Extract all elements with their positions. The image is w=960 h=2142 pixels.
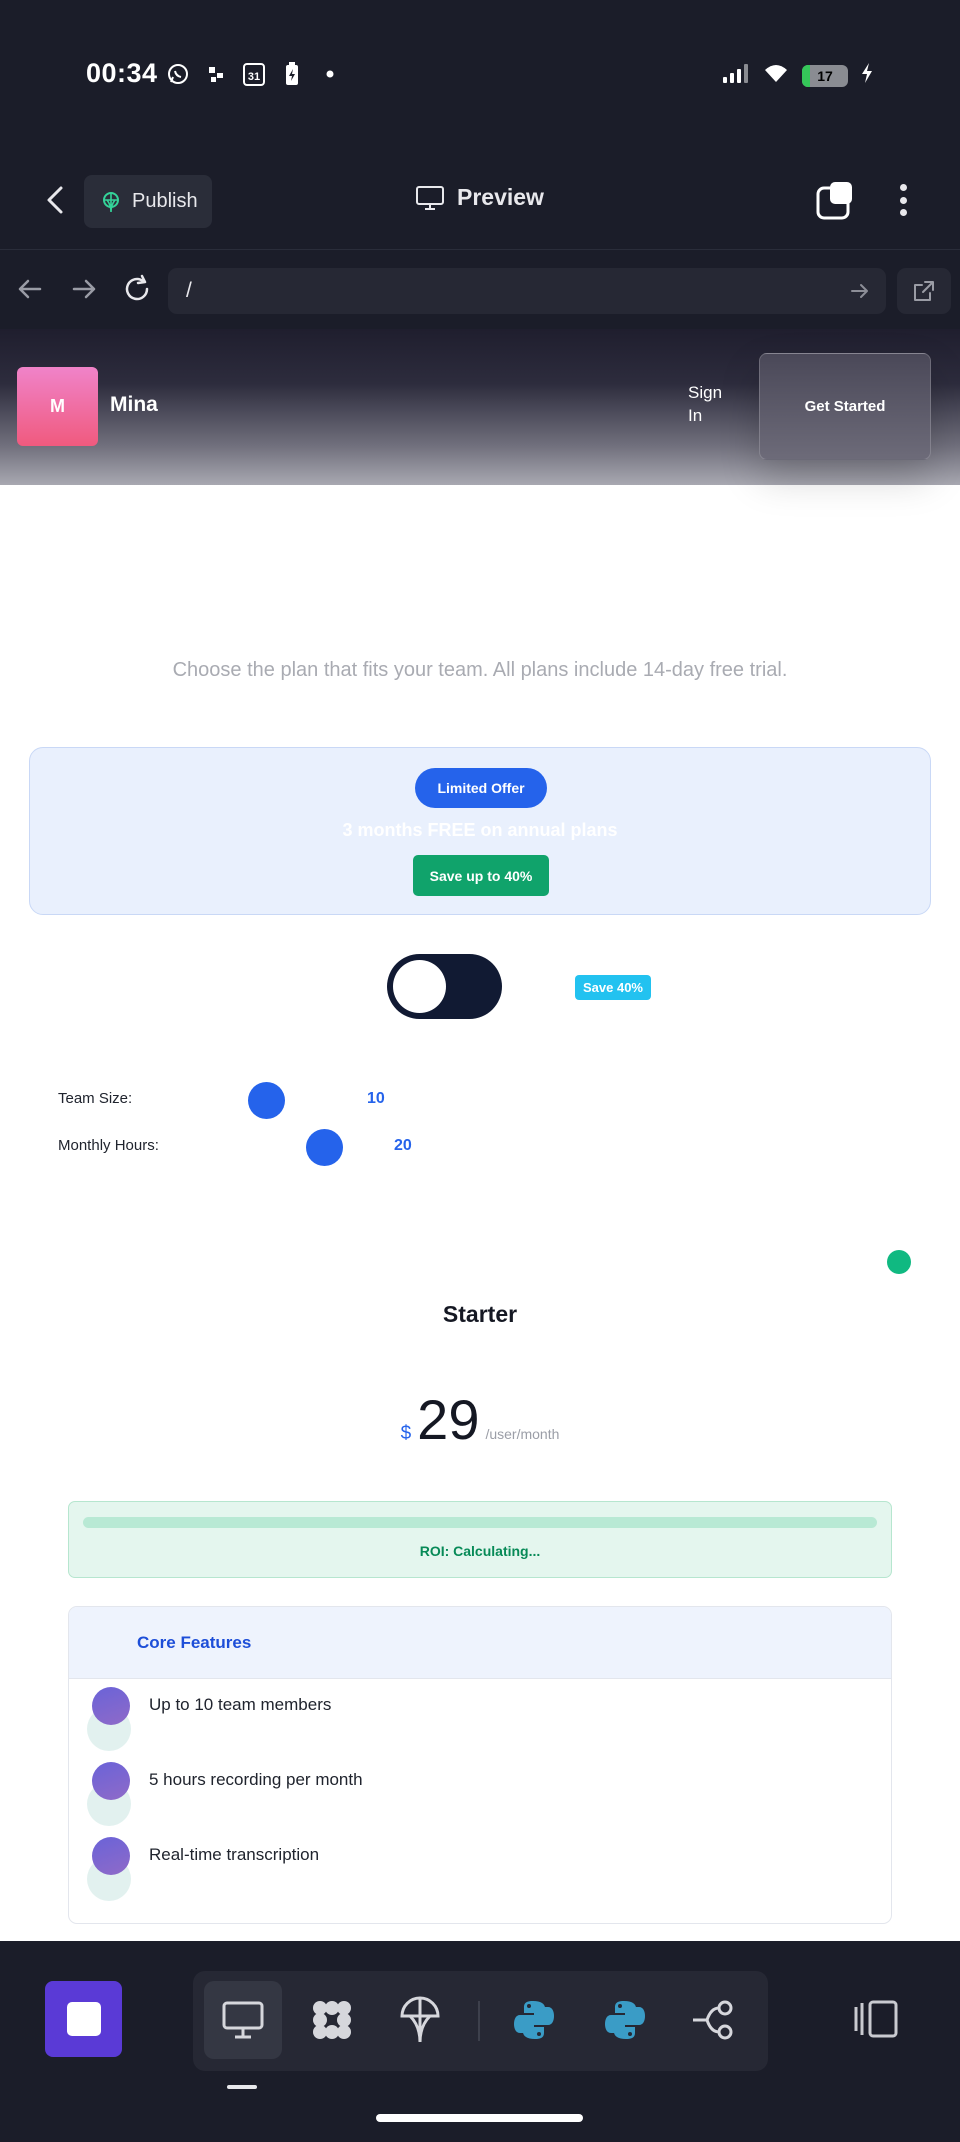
team-size-value: 10	[367, 1090, 385, 1107]
roi-progress-bar	[83, 1517, 877, 1528]
offer-text: 3 months FREE on annual plans	[342, 820, 618, 840]
features-title: Core Features	[137, 1633, 252, 1652]
dock-active-indicator	[227, 2085, 257, 2089]
charging-icon	[860, 62, 874, 89]
offer-card: Limited Offer 3 months FREE on annual pl…	[29, 747, 931, 915]
url-row: /	[0, 251, 960, 327]
monthly-hours-slider-handle[interactable]	[306, 1129, 343, 1166]
calendar-day: 31	[248, 71, 260, 83]
battery-level: 17	[817, 67, 833, 84]
deploy-button[interactable]	[381, 1981, 459, 2059]
status-indicator-dot	[887, 1250, 911, 1274]
price-period: /user/month	[485, 1426, 560, 1442]
desktop-view-button[interactable]	[204, 1981, 282, 2059]
python-icon	[605, 2001, 645, 2039]
pricing-subtitle: Choose the plan that fits your team. All…	[172, 659, 788, 681]
battery-saver-icon	[280, 62, 304, 86]
bottom-dock	[0, 1941, 960, 2142]
signal-icon	[722, 62, 750, 89]
desktop-icon	[222, 2001, 264, 2039]
external-link-icon	[914, 281, 934, 301]
toggle-knob	[393, 960, 446, 1013]
price-row: $ 29 /user/month	[0, 1387, 960, 1452]
grid-icon	[313, 2001, 351, 2039]
back-button[interactable]	[36, 180, 76, 220]
feature-item: Up to 10 team members	[69, 1679, 891, 1754]
team-size-label: Team Size:	[58, 1090, 133, 1107]
python-button-2[interactable]	[586, 1981, 664, 2059]
stop-icon	[66, 2002, 101, 2036]
more-options-icon[interactable]	[888, 178, 918, 222]
nav-back-icon[interactable]	[12, 271, 48, 307]
billing-toggle[interactable]	[387, 954, 502, 1019]
price-currency: $	[400, 1423, 412, 1444]
go-arrow-icon[interactable]	[848, 279, 872, 303]
brand-name[interactable]: Mina	[110, 393, 158, 417]
status-time: 00:34	[86, 58, 158, 88]
sidebar-icon	[854, 2000, 898, 2038]
preview-viewport: M Mina Sign In Get Started Choose the pl…	[0, 329, 960, 1941]
calendar-icon: 31	[242, 62, 266, 86]
feature-check-icon	[92, 1687, 130, 1725]
battery-icon: 17	[802, 64, 848, 87]
feature-label: Real-time transcription	[149, 1845, 320, 1864]
status-icons-left: 31	[166, 62, 342, 86]
feature-label: 5 hours recording per month	[149, 1770, 363, 1789]
chevron-left-icon	[47, 186, 63, 214]
home-indicator[interactable]	[376, 2114, 583, 2122]
dot-icon	[318, 62, 342, 86]
signin-link[interactable]: Sign In	[688, 381, 738, 427]
python-icon	[514, 2001, 554, 2039]
python-button-1[interactable]	[495, 1981, 573, 2059]
publish-label: Publish	[132, 190, 198, 212]
stop-button[interactable]	[45, 1981, 122, 2057]
price-amount: 29	[417, 1388, 480, 1451]
save-up-to-badge: Save up to 40%	[413, 855, 549, 896]
publish-icon	[400, 1996, 440, 2043]
publish-icon	[103, 191, 119, 212]
tabs-icon	[816, 182, 852, 220]
publish-button[interactable]: Publish	[84, 175, 212, 228]
reload-icon[interactable]	[120, 271, 156, 307]
get-started-button[interactable]: Get Started	[759, 353, 931, 460]
limited-offer-badge: Limited Offer	[415, 768, 547, 808]
monthly-hours-label: Monthly Hours:	[58, 1137, 159, 1154]
team-size-slider-handle[interactable]	[248, 1082, 285, 1119]
site-logo[interactable]: M	[17, 367, 98, 446]
features-card: Core Features Up to 10 team members 5 ho…	[68, 1606, 892, 1924]
plan-name: Starter	[442, 1301, 518, 1327]
status-icons-right: 17	[722, 62, 874, 89]
monitor-icon	[416, 185, 444, 210]
sidebar-toggle-button[interactable]	[852, 1999, 900, 2039]
site-header: M Mina Sign In Get Started	[0, 329, 960, 485]
components-button[interactable]	[293, 1981, 371, 2059]
qr-icon	[204, 62, 228, 86]
url-input[interactable]: /	[168, 268, 886, 314]
app-toolbar: Publish Preview	[0, 150, 960, 250]
workflow-icon	[693, 2000, 733, 2040]
dock-tool-group	[193, 1971, 768, 2071]
preview-label: Preview	[457, 184, 544, 210]
preview-toggle[interactable]: Preview	[415, 184, 544, 211]
workflow-button[interactable]	[675, 1981, 753, 2059]
dock-divider	[478, 2001, 480, 2041]
wifi-icon	[762, 62, 790, 89]
monthly-hours-value: 20	[394, 1137, 412, 1154]
features-header[interactable]: Core Features	[69, 1607, 891, 1679]
save-badge: Save 40%	[575, 975, 651, 1000]
battery-fill	[802, 64, 810, 87]
feature-item: Real-time transcription	[69, 1829, 891, 1904]
feature-check-icon	[92, 1837, 130, 1875]
whatsapp-icon	[166, 62, 190, 86]
roi-box: ROI: Calculating...	[68, 1501, 892, 1578]
roi-label: ROI: Calculating...	[419, 1543, 541, 1559]
feature-item: 5 hours recording per month	[69, 1754, 891, 1829]
nav-forward-icon[interactable]	[66, 271, 102, 307]
tabs-button[interactable]	[815, 180, 855, 220]
status-bar: 00:34 31 17	[0, 0, 960, 150]
open-external-button[interactable]	[897, 268, 951, 314]
feature-label: Up to 10 team members	[149, 1695, 332, 1714]
url-value: /	[186, 279, 192, 302]
feature-check-icon	[92, 1762, 130, 1800]
